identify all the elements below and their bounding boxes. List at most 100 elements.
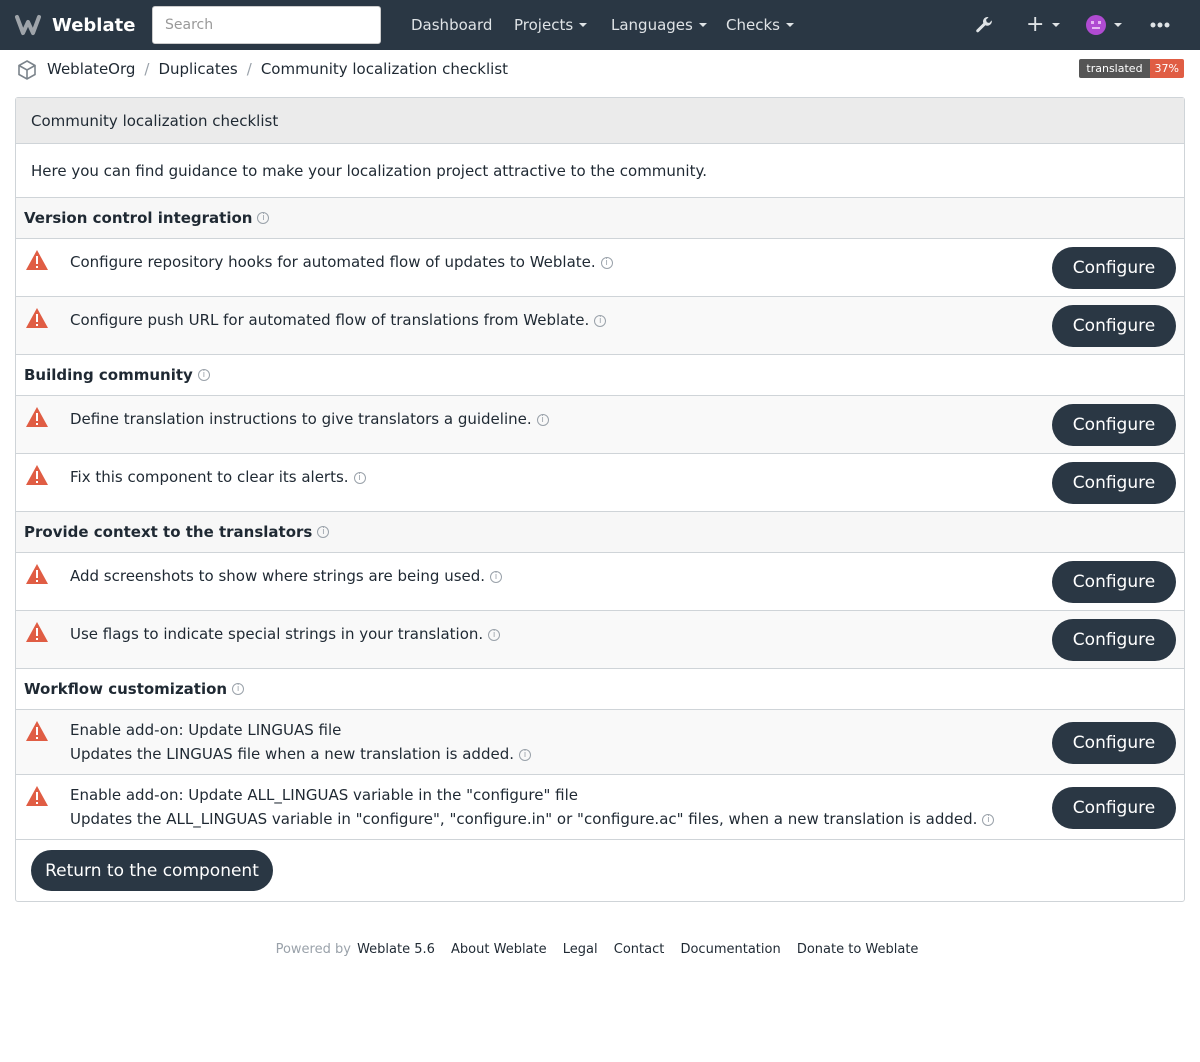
info-icon[interactable]: i <box>488 628 501 641</box>
footer-link-about[interactable]: About Weblate <box>451 942 547 957</box>
nav-languages-label: Languages <box>611 16 693 34</box>
brand-link[interactable]: Weblate <box>14 13 140 37</box>
plus-icon: + <box>1026 12 1045 37</box>
info-icon[interactable]: i <box>536 413 549 426</box>
info-icon[interactable]: i <box>257 212 270 224</box>
brand-name: Weblate <box>52 14 136 36</box>
footer-link-donate[interactable]: Donate to Weblate <box>797 942 919 957</box>
section-title: Version control integration <box>24 209 253 227</box>
return-to-component-button[interactable]: Return to the component <box>31 850 273 891</box>
chevron-down-icon <box>1114 23 1122 27</box>
item-text: Define translation instructions to give … <box>70 410 532 428</box>
breadcrumb-component[interactable]: Duplicates <box>158 60 237 78</box>
configure-button[interactable]: Configure <box>1052 247 1176 289</box>
item-description: Updates the LINGUAS file when a new tran… <box>70 745 514 763</box>
weblate-logo-icon <box>15 15 41 35</box>
info-icon[interactable]: i <box>594 314 607 327</box>
chevron-down-icon <box>785 23 794 27</box>
chevron-down-icon <box>1052 23 1061 27</box>
checklist-panel: Community localization checklist Here yo… <box>15 97 1185 902</box>
badge-value: 37% <box>1149 59 1184 78</box>
search-input[interactable] <box>152 6 381 44</box>
item-text: Configure push URL for automated flow of… <box>70 311 590 329</box>
more-menu-icon[interactable] <box>1150 0 1170 50</box>
wrench-icon[interactable] <box>974 0 994 50</box>
checklist-item: Add screenshots to show where strings ar… <box>16 553 1184 611</box>
warning-icon <box>26 465 48 485</box>
checklist-item: Configure push URL for automated flow of… <box>16 297 1184 355</box>
checklist-item: Fix this component to clear its alerts. i… <box>16 454 1184 512</box>
nav-dashboard[interactable]: Dashboard <box>411 0 492 50</box>
nav-projects-label: Projects <box>514 16 574 34</box>
checklist-item: Use flags to indicate special strings in… <box>16 611 1184 669</box>
configure-button[interactable]: Configure <box>1052 787 1176 829</box>
user-menu[interactable] <box>1086 0 1122 50</box>
checklist-item: Enable add-on: Update ALL_LINGUAS variab… <box>16 775 1184 840</box>
configure-button[interactable]: Configure <box>1052 561 1176 603</box>
info-icon[interactable]: i <box>600 256 613 269</box>
nav-dashboard-label: Dashboard <box>411 16 493 34</box>
configure-button[interactable]: Configure <box>1052 305 1176 347</box>
warning-icon <box>26 721 48 741</box>
item-title: Enable add-on: Update LINGUAS file <box>70 721 342 739</box>
checklist-item: Enable add-on: Update LINGUAS file Updat… <box>16 710 1184 775</box>
breadcrumb-separator: / <box>144 60 150 78</box>
breadcrumb-project[interactable]: WeblateOrg <box>47 60 135 78</box>
section-title: Building community <box>24 366 193 384</box>
checklist-item: Configure repository hooks for automated… <box>16 239 1184 297</box>
project-cube-icon <box>18 60 36 80</box>
configure-button[interactable]: Configure <box>1052 462 1176 504</box>
breadcrumb-bar: WeblateOrg / Duplicates / Community loca… <box>0 50 1200 88</box>
info-icon[interactable]: i <box>982 813 995 826</box>
warning-icon <box>26 308 48 328</box>
breadcrumb-separator: / <box>246 60 252 78</box>
top-navbar: Weblate Dashboard Projects Languages Che… <box>0 0 1200 50</box>
nav-checks-label: Checks <box>726 16 780 34</box>
footer-link-weblate-version[interactable]: Weblate 5.6 <box>357 942 435 957</box>
info-icon[interactable]: i <box>353 471 366 484</box>
chevron-down-icon <box>698 23 707 27</box>
item-text: Add screenshots to show where strings ar… <box>70 567 486 585</box>
warning-icon <box>26 786 48 806</box>
section-context: Provide context to the translators i <box>16 512 1184 553</box>
footer-link-contact[interactable]: Contact <box>614 942 665 957</box>
panel-title: Community localization checklist <box>16 98 1184 144</box>
configure-button[interactable]: Configure <box>1052 404 1176 446</box>
info-icon[interactable]: i <box>232 683 245 695</box>
nav-checks[interactable]: Checks <box>726 0 794 50</box>
item-text: Fix this component to clear its alerts. <box>70 468 349 486</box>
translation-status-badge[interactable]: translated 37% <box>1079 59 1184 78</box>
panel-intro: Here you can find guidance to make your … <box>16 144 1184 198</box>
add-menu[interactable]: + <box>1026 0 1061 50</box>
chevron-down-icon <box>579 23 588 27</box>
item-text: Configure repository hooks for automated… <box>70 253 596 271</box>
breadcrumb: WeblateOrg / Duplicates / Community loca… <box>47 50 508 88</box>
nav-languages[interactable]: Languages <box>611 0 707 50</box>
item-description: Updates the ALL_LINGUAS variable in "con… <box>70 810 978 828</box>
warning-icon <box>26 250 48 270</box>
avatar <box>1086 15 1106 35</box>
section-workflow: Workflow customization i <box>16 669 1184 710</box>
footer: Powered by Weblate 5.6 About Weblate Leg… <box>0 942 1200 957</box>
warning-icon <box>26 622 48 642</box>
section-title: Workflow customization <box>24 680 228 698</box>
warning-icon <box>26 564 48 584</box>
footer-link-documentation[interactable]: Documentation <box>680 942 780 957</box>
warning-icon <box>26 407 48 427</box>
section-building-community: Building community i <box>16 355 1184 396</box>
section-title: Provide context to the translators <box>24 523 313 541</box>
configure-button[interactable]: Configure <box>1052 722 1176 764</box>
checklist-item: Define translation instructions to give … <box>16 396 1184 454</box>
info-icon[interactable]: i <box>317 526 330 538</box>
configure-button[interactable]: Configure <box>1052 619 1176 661</box>
section-version-control: Version control integration i <box>16 198 1184 239</box>
info-icon[interactable]: i <box>197 369 210 381</box>
nav-projects[interactable]: Projects <box>514 0 588 50</box>
item-title: Enable add-on: Update ALL_LINGUAS variab… <box>70 786 579 804</box>
powered-by-label: Powered by <box>275 942 351 957</box>
breadcrumb-current: Community localization checklist <box>260 60 509 78</box>
info-icon[interactable]: i <box>490 570 503 583</box>
item-text: Use flags to indicate special strings in… <box>70 625 484 643</box>
info-icon[interactable]: i <box>519 748 531 761</box>
footer-link-legal[interactable]: Legal <box>563 942 598 957</box>
